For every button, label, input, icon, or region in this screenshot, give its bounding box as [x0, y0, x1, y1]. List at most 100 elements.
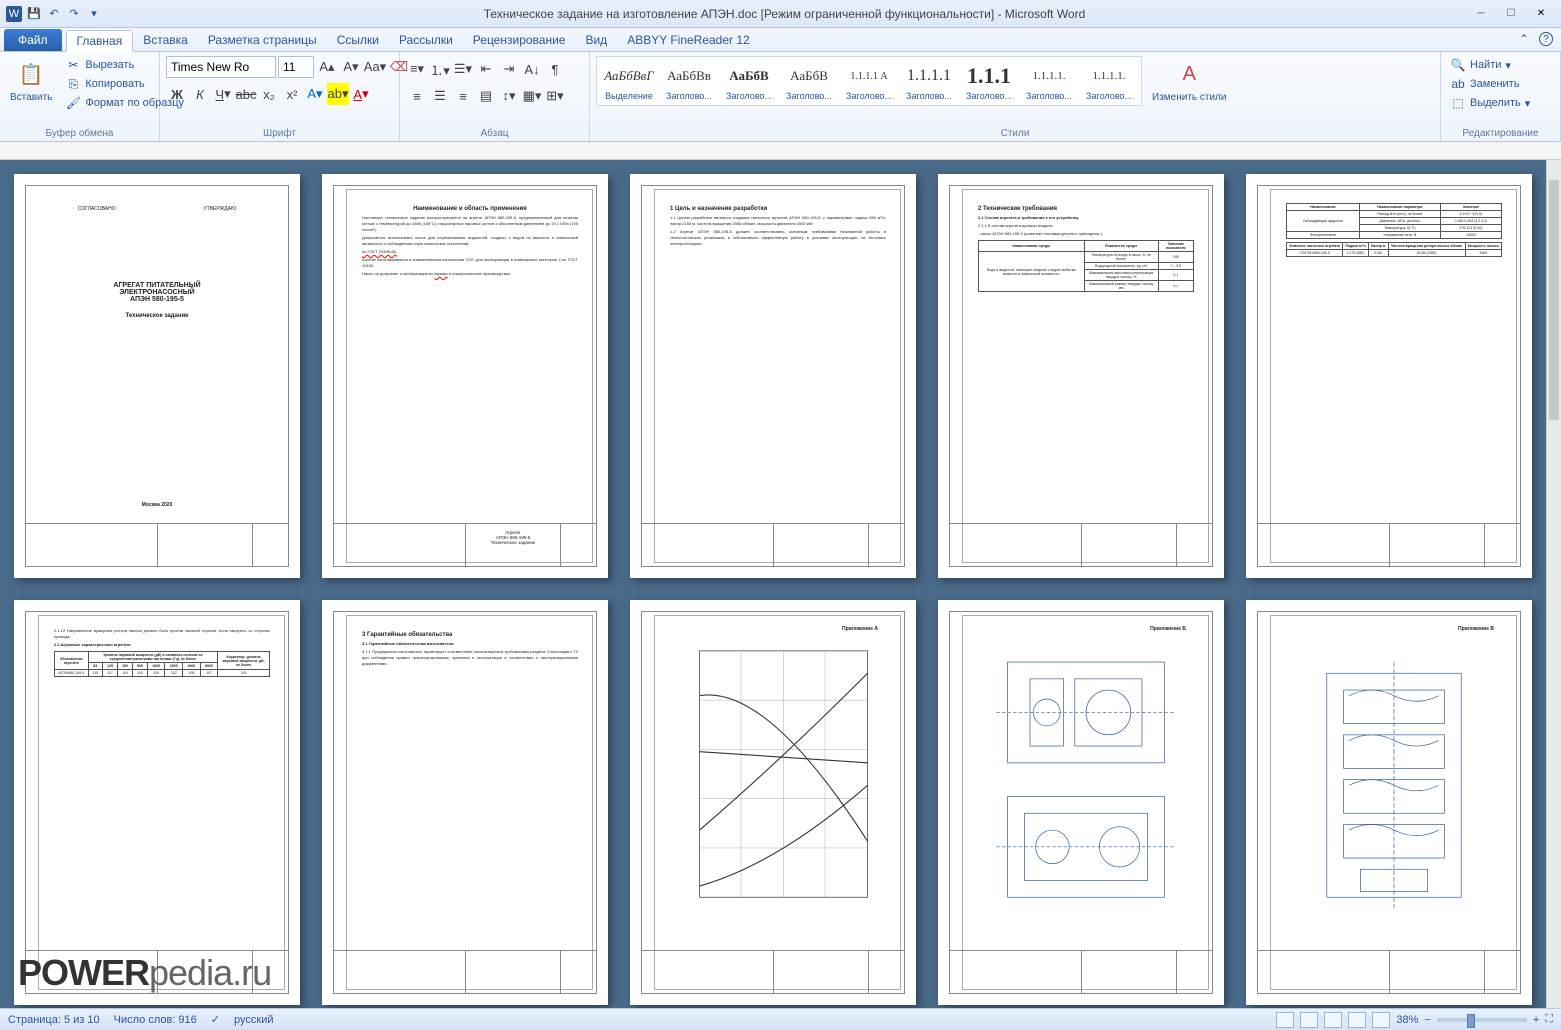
cut-icon: ✂	[65, 57, 81, 73]
tab-review[interactable]: Рецензирование	[463, 29, 576, 51]
strike-icon[interactable]: abc	[235, 83, 257, 105]
view-web-layout[interactable]	[1324, 1012, 1342, 1028]
change-styles-icon: A	[1173, 58, 1205, 90]
change-case-icon[interactable]: Aa▾	[364, 56, 386, 78]
status-page[interactable]: Страница: 5 из 10	[8, 1014, 100, 1026]
borders-icon[interactable]: ⊞▾	[544, 85, 566, 107]
page-1[interactable]: СОГЛАСОВАНО УТВЕРЖДАЮ АГРЕГАТ ПИТАТЕЛЬНЫ…	[14, 174, 300, 578]
font-color-icon[interactable]: A▾	[350, 83, 372, 105]
statusbar: Страница: 5 из 10 Число слов: 916 ✓ русс…	[0, 1008, 1561, 1030]
highlight-icon[interactable]: ab▾	[327, 83, 349, 105]
tab-home[interactable]: Главная	[66, 30, 134, 52]
file-tab[interactable]: Файл	[4, 29, 62, 51]
style-heading5[interactable]: 1.1.1.1Заголово...	[899, 59, 959, 103]
sort-icon[interactable]: A↓	[521, 58, 543, 80]
bullets-icon[interactable]: ≡▾	[406, 58, 428, 80]
tab-mailings[interactable]: Рассылки	[389, 29, 463, 51]
numbering-icon[interactable]: ⒈▾	[429, 58, 451, 80]
line-spacing-icon[interactable]: ↕▾	[498, 85, 520, 107]
zoom-in-icon[interactable]: +	[1533, 1014, 1539, 1026]
justify-icon[interactable]: ▤	[475, 85, 497, 107]
shading-icon[interactable]: ▦▾	[521, 85, 543, 107]
increase-indent-icon[interactable]: ⇥	[498, 58, 520, 80]
font-name-select[interactable]	[166, 56, 276, 78]
style-emphasis[interactable]: АаБбВвГВыделение	[599, 59, 659, 103]
scrollbar-thumb[interactable]	[1549, 180, 1559, 420]
minimize-button[interactable]: ─	[1467, 4, 1495, 24]
view-draft[interactable]	[1372, 1012, 1390, 1028]
align-right-icon[interactable]: ≡	[452, 85, 474, 107]
copy-icon: ⎘	[65, 76, 81, 92]
page-3[interactable]: 1 Цель и назначение разработки 1.1 Целью…	[630, 174, 916, 578]
save-icon[interactable]: 💾	[26, 6, 42, 22]
proofing-icon[interactable]: ✓	[211, 1013, 220, 1026]
decrease-indent-icon[interactable]: ⇤	[475, 58, 497, 80]
maximize-button[interactable]: ☐	[1497, 4, 1525, 24]
tab-references[interactable]: Ссылки	[327, 29, 389, 51]
align-left-icon[interactable]: ≡	[406, 85, 428, 107]
page-10[interactable]: Приложение В	[1246, 600, 1532, 1004]
page-7[interactable]: 3 Гарантийные обязательства 3.1 Гарантий…	[322, 600, 608, 1004]
page-8[interactable]: Приложение А	[630, 600, 916, 1004]
superscript-icon[interactable]: x²	[281, 83, 303, 105]
zoom-slider[interactable]	[1437, 1018, 1527, 1022]
italic-icon[interactable]: К	[189, 83, 211, 105]
ribbon: 📋 Вставить ✂Вырезать ⎘Копировать 🖌Формат…	[0, 52, 1561, 142]
show-marks-icon[interactable]: ¶	[544, 58, 566, 80]
ruler	[0, 142, 1561, 160]
zoom-out-icon[interactable]: −	[1424, 1014, 1430, 1026]
close-button[interactable]: ✕	[1527, 4, 1555, 24]
align-center-icon[interactable]: ☰	[429, 85, 451, 107]
page-2[interactable]: Наименование и область применения Настоя…	[322, 174, 608, 578]
tab-view[interactable]: Вид	[575, 29, 617, 51]
style-heading8[interactable]: 1.1.1.1.Заголово...	[1079, 59, 1139, 103]
replace-button[interactable]: abЗаменить	[1447, 75, 1533, 93]
status-zoom[interactable]: 38%	[1396, 1014, 1418, 1026]
find-icon: 🔍	[1450, 57, 1466, 73]
page-6[interactable]: 2.1.12 Направление вращения ротора насос…	[14, 600, 300, 1004]
tab-page-layout[interactable]: Разметка страницы	[198, 29, 327, 51]
style-heading4[interactable]: 1.1.1.1 АЗаголово...	[839, 59, 899, 103]
status-words[interactable]: Число слов: 916	[114, 1014, 197, 1026]
style-heading2[interactable]: АаБбВЗаголово...	[719, 59, 779, 103]
style-heading3[interactable]: АаБбВЗаголово...	[779, 59, 839, 103]
text-effects-icon[interactable]: A▾	[304, 83, 326, 105]
subscript-icon[interactable]: x₂	[258, 83, 280, 105]
font-size-select[interactable]	[278, 56, 314, 78]
underline-icon[interactable]: Ч▾	[212, 83, 234, 105]
styles-gallery[interactable]: АаБбВвГВыделение АаБбВвЗаголово... АаБбВ…	[596, 56, 1142, 106]
vertical-scrollbar[interactable]	[1546, 160, 1561, 1008]
watermark: POWERpedia.ru	[18, 952, 271, 994]
change-styles-button[interactable]: A Изменить стили	[1148, 56, 1230, 105]
word-icon: W	[6, 6, 22, 22]
find-button[interactable]: 🔍Найти▾	[1447, 56, 1533, 74]
ribbon-minimize-icon[interactable]: ⌃	[1519, 32, 1529, 46]
undo-icon[interactable]: ↶	[46, 6, 62, 22]
help-icon[interactable]: ?	[1539, 32, 1553, 46]
quick-access-toolbar: W 💾 ↶ ↷ ▾	[6, 6, 102, 22]
page-5[interactable]: НаименованиеНаименование параметраЗначен…	[1246, 174, 1532, 578]
document-area[interactable]: СОГЛАСОВАНО УТВЕРЖДАЮ АГРЕГАТ ПИТАТЕЛЬНЫ…	[0, 160, 1546, 1008]
bold-icon[interactable]: Ж	[166, 83, 188, 105]
ribbon-tabs: Файл Главная Вставка Разметка страницы С…	[0, 28, 1561, 52]
shrink-font-icon[interactable]: A▾	[340, 56, 362, 78]
view-outline[interactable]	[1348, 1012, 1366, 1028]
style-heading1[interactable]: АаБбВвЗаголово...	[659, 59, 719, 103]
style-heading7[interactable]: 1.1.1.1.Заголово...	[1019, 59, 1079, 103]
page-4[interactable]: 2 Технические требования 2.1 Состав агре…	[938, 174, 1224, 578]
tab-abbyy[interactable]: ABBYY FineReader 12	[617, 29, 760, 51]
tab-insert[interactable]: Вставка	[133, 29, 198, 51]
grow-font-icon[interactable]: A▴	[316, 56, 338, 78]
view-full-screen[interactable]	[1300, 1012, 1318, 1028]
style-heading6[interactable]: 1.1.1Заголово...	[959, 59, 1019, 103]
select-button[interactable]: ⬚Выделить▾	[1447, 94, 1533, 112]
paste-button[interactable]: 📋 Вставить	[6, 56, 56, 105]
view-print-layout[interactable]	[1276, 1012, 1294, 1028]
page-9[interactable]: Приложение Б	[938, 600, 1224, 1004]
qat-dropdown-icon[interactable]: ▾	[86, 6, 102, 22]
window-title: Техническое задание на изготовление АПЭН…	[102, 7, 1467, 21]
fullscreen-icon[interactable]: ⛶	[1545, 1013, 1553, 1026]
status-language[interactable]: русский	[234, 1014, 273, 1026]
multilevel-icon[interactable]: ☰▾	[452, 58, 474, 80]
redo-icon[interactable]: ↷	[66, 6, 82, 22]
